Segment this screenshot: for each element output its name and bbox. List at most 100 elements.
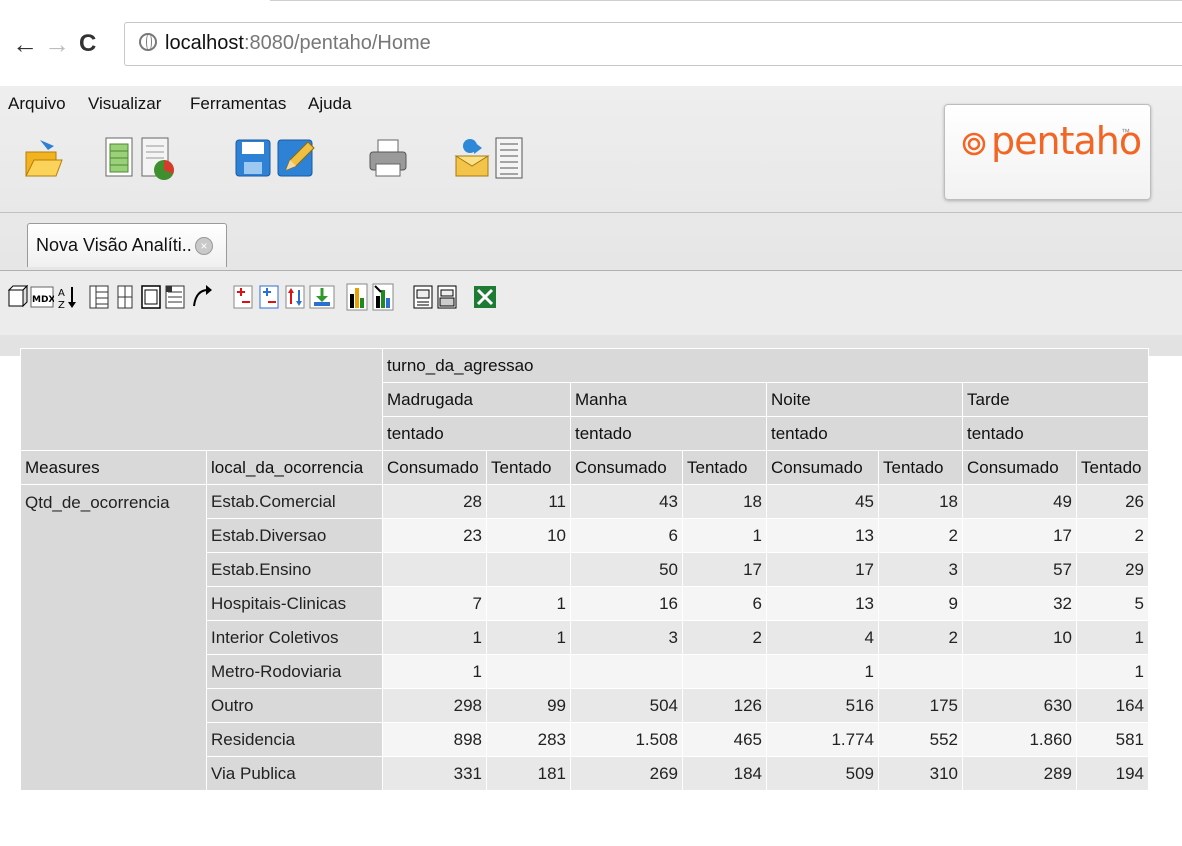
hierarchy-icon[interactable]	[114, 282, 136, 312]
print-icon[interactable]	[368, 138, 408, 178]
row-label[interactable]: Hospitais-Clinicas	[206, 586, 383, 621]
row-dimension-header[interactable]: local_da_ocorrencia	[206, 450, 383, 485]
chart-icon[interactable]	[346, 282, 368, 312]
value-cell: 1	[766, 654, 879, 689]
menu-ajuda[interactable]: Ajuda	[308, 94, 351, 114]
tentado-leaf-header[interactable]: Tentado	[1076, 450, 1149, 485]
cube-icon[interactable]	[6, 282, 28, 312]
edit-icon[interactable]	[276, 138, 316, 178]
new-analysis-icon[interactable]	[140, 136, 176, 182]
turno-madrugada-header[interactable]: Madrugada	[382, 382, 571, 417]
header-row-dimension: turno_da_agressao	[20, 348, 1149, 451]
value-cell: 3	[570, 620, 683, 655]
measure-label[interactable]: Qtd_de_ocorrencia	[20, 484, 207, 791]
layout-icon[interactable]	[88, 282, 110, 312]
consumado-header[interactable]: Consumado	[570, 450, 683, 485]
drill-through-icon[interactable]	[308, 282, 336, 312]
drill-icon[interactable]	[190, 282, 212, 312]
table-icon[interactable]	[140, 282, 162, 312]
consumado-header[interactable]: Consumado	[962, 450, 1077, 485]
value-cell: 126	[682, 688, 767, 723]
mdx-icon[interactable]: MDX	[30, 282, 54, 312]
tentado-header[interactable]: tentado	[382, 416, 571, 451]
value-cell: 630	[962, 688, 1077, 723]
row-label[interactable]: Outro	[206, 688, 383, 723]
url-host: localhost	[165, 32, 244, 54]
tentado-leaf-header[interactable]: Tentado	[682, 450, 767, 485]
menu-ferramentas[interactable]: Ferramentas	[190, 94, 286, 114]
value-cell: 29	[1076, 552, 1149, 587]
turno-tarde-header[interactable]: Tarde	[962, 382, 1149, 417]
value-cell: 1	[382, 654, 487, 689]
excel-icon[interactable]	[472, 282, 498, 312]
close-icon[interactable]: ×	[195, 237, 213, 255]
value-cell: 283	[486, 722, 571, 757]
print-toolbar-icon[interactable]	[436, 282, 458, 312]
pentaho-logo: pentaho ™	[944, 104, 1151, 200]
tentado-header[interactable]: tentado	[570, 416, 767, 451]
value-cell	[962, 654, 1077, 689]
value-cell: 45	[766, 484, 879, 519]
collapse-icon[interactable]	[258, 282, 280, 312]
tab-strip: Nova Visão Analíti.. ×	[0, 212, 1182, 271]
value-cell: 57	[962, 552, 1077, 587]
expand-icon[interactable]	[232, 282, 254, 312]
back-arrow-icon[interactable]: ←	[12, 29, 38, 59]
pivot-table: turno_da_agressao Madrugada Manha Noite …	[20, 348, 1149, 791]
row-label[interactable]: Residencia	[206, 722, 383, 757]
corner-cell	[20, 348, 383, 451]
menu-visualizar[interactable]: Visualizar	[88, 94, 161, 114]
menu-arquivo[interactable]: Arquivo	[8, 94, 66, 114]
consumado-header[interactable]: Consumado	[382, 450, 487, 485]
tentado-header[interactable]: tentado	[766, 416, 963, 451]
row-label[interactable]: Estab.Diversao	[206, 518, 383, 553]
column-dimension-header[interactable]: turno_da_agressao	[382, 348, 1149, 383]
pivot-body: Qtd_de_ocorrencia Estab.Comercial 28 11 43 18…	[20, 484, 1149, 791]
turno-noite-header[interactable]: Noite	[766, 382, 963, 417]
value-cell: 184	[682, 756, 767, 791]
value-cell: 181	[486, 756, 571, 791]
globe-icon	[139, 33, 157, 51]
value-cell: 11	[486, 484, 571, 519]
pentaho-spiral-icon	[962, 132, 986, 156]
save-icon[interactable]	[234, 138, 272, 178]
new-report-icon[interactable]	[104, 136, 136, 180]
measures-header[interactable]: Measures	[20, 450, 207, 485]
row-label[interactable]: Estab.Comercial	[206, 484, 383, 519]
row-label[interactable]: Via Publica	[206, 756, 383, 791]
consumado-header[interactable]: Consumado	[766, 450, 879, 485]
value-cell: 1	[1076, 654, 1149, 689]
value-cell: 18	[878, 484, 963, 519]
tentado-leaf-header[interactable]: Tentado	[486, 450, 571, 485]
row-label[interactable]: Metro-Rodoviaria	[206, 654, 383, 689]
swap-icon[interactable]	[284, 282, 306, 312]
tab-label: Nova Visão Analíti..	[36, 235, 192, 255]
open-folder-icon[interactable]	[24, 138, 64, 180]
tentado-header[interactable]: tentado	[962, 416, 1149, 451]
reload-icon[interactable]: C	[79, 29, 96, 59]
export-pdf-icon[interactable]	[412, 282, 434, 312]
url-input[interactable]: localhost:8080/pentaho/Home	[124, 22, 1182, 66]
chart-config-icon[interactable]	[372, 282, 394, 312]
value-cell: 26	[1076, 484, 1149, 519]
value-cell: 1	[382, 620, 487, 655]
value-cell: 17	[962, 518, 1077, 553]
row-label[interactable]: Interior Coletivos	[206, 620, 383, 655]
analysis-toolbar: MDX AZ	[0, 270, 1182, 335]
forward-arrow-icon[interactable]: →	[44, 29, 70, 59]
turno-manha-header[interactable]: Manha	[570, 382, 767, 417]
value-cell: 298	[382, 688, 487, 723]
tentado-leaf-header[interactable]: Tentado	[878, 450, 963, 485]
value-cell: 16	[570, 586, 683, 621]
value-cell: 465	[682, 722, 767, 757]
sort-icon[interactable]: AZ	[56, 282, 78, 312]
tab-nova-visao-analitica[interactable]: Nova Visão Analíti.. ×	[27, 223, 227, 267]
value-cell: 1	[486, 586, 571, 621]
properties-icon[interactable]	[494, 136, 526, 180]
value-cell: 7	[382, 586, 487, 621]
publish-icon[interactable]	[452, 136, 492, 180]
row-label[interactable]: Estab.Ensino	[206, 552, 383, 587]
value-cell: 28	[382, 484, 487, 519]
properties-toolbar-icon[interactable]	[164, 282, 186, 312]
value-cell: 6	[682, 586, 767, 621]
